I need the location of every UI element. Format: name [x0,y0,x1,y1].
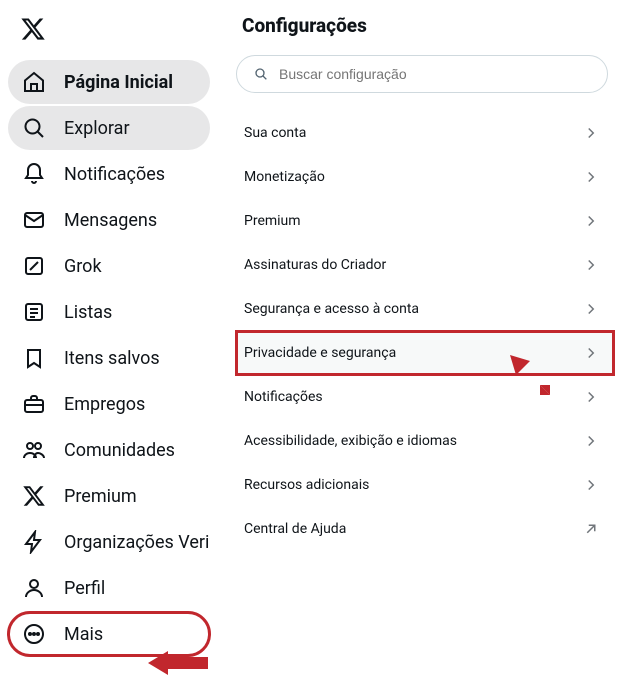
nav-label: Notificações [64,164,165,185]
sidebar-item-bookmarks[interactable]: Itens salvos [8,336,210,380]
sidebar-item-messages[interactable]: Mensagens [8,198,210,242]
nav-label: Mensagens [64,210,157,231]
x-logo[interactable] [8,8,210,58]
setting-monetization[interactable]: Monetização [236,155,614,199]
page-title: Configurações [236,14,614,37]
setting-help-center[interactable]: Central de Ajuda [236,507,614,551]
setting-label: Notificações [244,389,323,405]
search-wrap [236,55,608,93]
nav-label: Listas [64,302,112,323]
chevron-right-icon [582,388,600,406]
setting-notifications[interactable]: Notificações [236,375,614,419]
profile-icon [22,576,46,600]
sidebar-item-lists[interactable]: Listas [8,290,210,334]
main-content: Configurações Sua conta Monetização Prem… [216,0,618,698]
nav-label: Perfil [64,578,105,599]
sidebar-item-communities[interactable]: Comunidades [8,428,210,472]
setting-label: Assinaturas do Criador [244,257,386,273]
nav-label: Itens salvos [64,348,160,369]
sidebar-item-more[interactable]: Mais [8,612,210,656]
setting-security-access[interactable]: Segurança e acesso à conta [236,287,614,331]
chevron-right-icon [582,256,600,274]
setting-additional[interactable]: Recursos adicionais [236,463,614,507]
nav-label: Premium [64,486,137,507]
chevron-right-icon [582,344,600,362]
setting-premium[interactable]: Premium [236,199,614,243]
sidebar-item-profile[interactable]: Perfil [8,566,210,610]
sidebar-item-premium[interactable]: Premium [8,474,210,518]
grok-icon [22,254,46,278]
setting-accessibility[interactable]: Acessibilidade, exibição e idiomas [236,419,614,463]
bell-icon [22,162,46,186]
nav-label: Empregos [64,394,145,415]
search-field[interactable] [236,55,608,93]
setting-label: Central de Ajuda [244,521,346,537]
communities-icon [22,438,46,462]
chevron-right-icon [582,300,600,318]
bolt-icon [22,530,46,554]
nav-label: Explorar [64,118,130,139]
sidebar-item-verified-orgs[interactable]: Organizações Verif [8,520,210,564]
setting-label: Monetização [244,169,325,185]
x-icon [22,484,46,508]
chevron-right-icon [582,476,600,494]
sidebar-item-grok[interactable]: Grok [8,244,210,288]
nav-label: Organizações Verif [64,532,210,553]
settings-list: Sua conta Monetização Premium Assinatura… [236,111,614,551]
sidebar-item-explore[interactable]: Explorar [8,106,210,150]
search-icon [22,116,46,140]
nav-label: Página Inicial [64,72,173,93]
nav-label: Grok [64,256,102,277]
chevron-right-icon [582,124,600,142]
chevron-right-icon [582,168,600,186]
setting-account[interactable]: Sua conta [236,111,614,155]
search-input[interactable] [279,66,591,82]
sidebar: Página Inicial Explorar Notificações Men… [0,0,216,698]
nav-label: Mais [64,624,103,645]
more-icon [22,622,46,646]
chevron-right-icon [582,432,600,450]
setting-label: Sua conta [244,125,306,141]
briefcase-icon [22,392,46,416]
home-icon [22,70,46,94]
nav-label: Comunidades [64,440,175,461]
search-icon [253,66,269,82]
external-link-icon [582,520,600,538]
setting-label: Privacidade e segurança [244,345,396,361]
setting-label: Acessibilidade, exibição e idiomas [244,433,457,449]
setting-label: Recursos adicionais [244,477,369,493]
setting-creator-subs[interactable]: Assinaturas do Criador [236,243,614,287]
setting-privacy-safety[interactable]: Privacidade e segurança [236,331,614,375]
setting-label: Segurança e acesso à conta [244,301,419,317]
sidebar-item-jobs[interactable]: Empregos [8,382,210,426]
mail-icon [22,208,46,232]
chevron-right-icon [582,212,600,230]
sidebar-item-notifications[interactable]: Notificações [8,152,210,196]
list-icon [22,300,46,324]
setting-label: Premium [244,213,301,229]
bookmark-icon [22,346,46,370]
sidebar-item-home[interactable]: Página Inicial [8,60,210,104]
